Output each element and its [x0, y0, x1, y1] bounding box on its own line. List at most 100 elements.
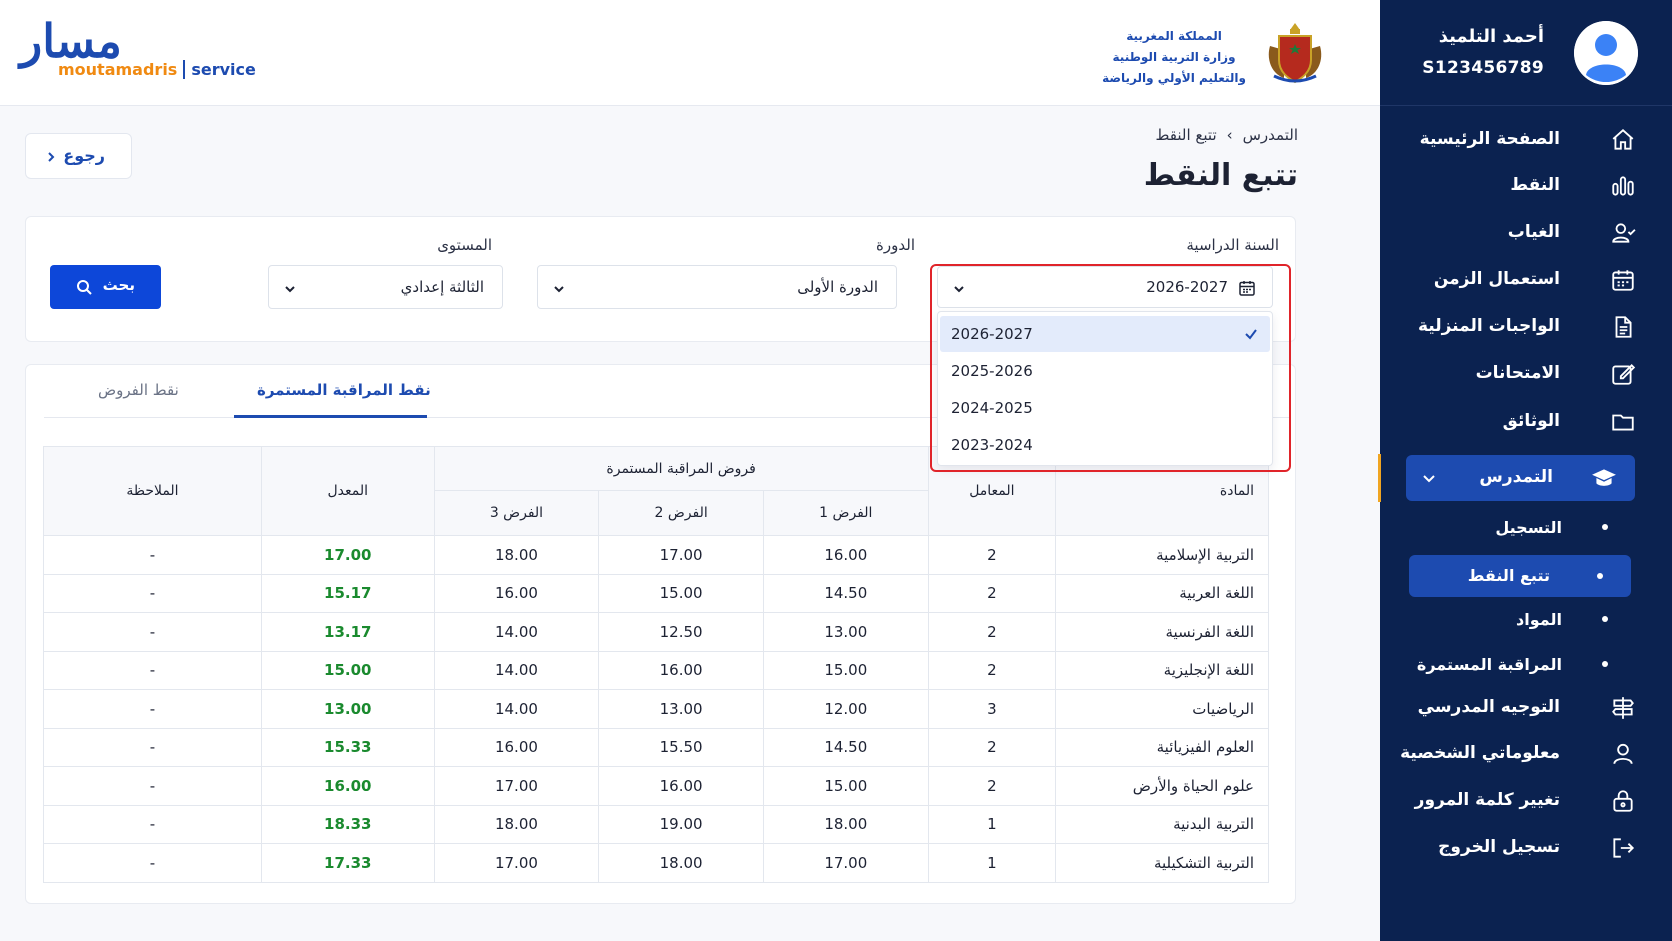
cell-coefficient: 2 [927, 766, 1057, 806]
sidebar: أحمد التلميذ S123456789 الصفحة الرئيسية … [1380, 0, 1672, 941]
sub-item-grade-tracking[interactable]: تتبع النقط [1409, 555, 1631, 597]
nav-item-timetable[interactable]: استعمال الزمن [1380, 257, 1672, 303]
signpost-icon [1610, 695, 1636, 721]
cell-test-2: 16.00 [598, 650, 764, 690]
edit-icon [1610, 361, 1636, 387]
session-select-value: الدورة الأولى [797, 278, 878, 296]
active-group-indicator [1378, 454, 1381, 502]
kingdom-emblem-icon [1262, 20, 1328, 86]
cell-average: 17.00 [260, 535, 435, 575]
cell-coefficient: 2 [927, 650, 1057, 690]
profile-name: أحمد التلميذ [1438, 26, 1544, 47]
logout-icon [1610, 835, 1636, 861]
session-select[interactable]: الدورة الأولى [537, 265, 897, 309]
cell-note: - [43, 535, 262, 575]
top-header: مسار moutamadris service المملكة المغربية… [0, 0, 1380, 106]
home-icon [1610, 127, 1636, 153]
logo-service: service [183, 60, 256, 79]
nav-group-schooling[interactable]: التمدرس [1406, 455, 1635, 501]
cell-average: 17.33 [260, 843, 435, 883]
table-row: اللغة الإنجليزية 2 15.00 16.00 14.00 15.00- [43, 650, 1269, 690]
nav-item-grades[interactable]: النقط [1380, 163, 1672, 209]
cell-test-3: 17.00 [433, 766, 600, 806]
sub-item-registration[interactable]: التسجيل [1380, 508, 1672, 548]
cell-test-2: 18.00 [598, 843, 764, 883]
cell-average: 13.00 [260, 689, 435, 729]
calendar-icon [1610, 267, 1636, 293]
cell-average: 13.17 [260, 612, 435, 652]
cell-test-2: 17.00 [598, 535, 764, 575]
cell-test-3: 16.00 [433, 727, 600, 767]
cell-test-2: 12.50 [598, 612, 764, 652]
nav-item-profile[interactable]: معلوماتي الشخصية [1380, 731, 1672, 777]
sub-item-continuous[interactable]: المراقبة المستمرة [1380, 645, 1672, 685]
cell-note: - [43, 766, 262, 806]
breadcrumb: التمدرس › تتبع النقط [1156, 126, 1298, 144]
cell-subject: التربية الإسلامية [1055, 535, 1269, 575]
level-select-value: الثالثة إعدادي [400, 278, 484, 296]
header-test-1: الفرض 1 [762, 490, 929, 536]
sub-label-continuous: المراقبة المستمرة [1416, 655, 1562, 674]
cell-test-1: 14.50 [762, 727, 929, 767]
cell-test-3: 18.00 [433, 535, 600, 575]
nav-item-homework[interactable]: الواجبات المنزلية [1380, 304, 1672, 350]
chevron-down-icon [552, 281, 566, 295]
cell-test-1: 13.00 [762, 612, 929, 652]
cell-coefficient: 3 [927, 689, 1057, 729]
cell-coefficient: 2 [927, 535, 1057, 575]
nav-item-absence[interactable]: الغياب [1380, 210, 1672, 256]
breadcrumb-parent[interactable]: التمدرس [1243, 126, 1298, 144]
cell-test-1: 16.00 [762, 535, 929, 575]
table-row: اللغة العربية 2 14.50 15.00 16.00 15.17- [43, 573, 1269, 613]
level-select[interactable]: الثالثة إعدادي [268, 265, 503, 309]
nav-item-exams[interactable]: الامتحانات [1380, 351, 1672, 397]
nav-item-home[interactable]: الصفحة الرئيسية [1380, 117, 1672, 163]
sub-item-subjects[interactable]: المواد [1380, 600, 1672, 640]
nav-label-timetable: استعمال الزمن [1433, 269, 1560, 289]
cell-test-1: 17.00 [762, 843, 929, 883]
header-test-2: الفرض 2 [598, 490, 764, 536]
cell-subject: العلوم الفيزيائية [1055, 727, 1269, 767]
cell-subject: التربية البدنية [1055, 804, 1269, 844]
cell-note: - [43, 573, 262, 613]
cell-test-3: 18.00 [433, 804, 600, 844]
breadcrumb-separator-icon: › [1226, 126, 1233, 144]
cell-note: - [43, 804, 262, 844]
user-icon [1610, 741, 1636, 767]
app-logo-latin[interactable]: moutamadris service [58, 60, 256, 79]
search-icon [76, 279, 92, 295]
header-average: المعدل [260, 446, 435, 536]
tab-assignments[interactable]: نقط الفروض [98, 381, 179, 399]
cell-average: 15.00 [260, 650, 435, 690]
breadcrumb-current: تتبع النقط [1155, 126, 1217, 144]
nav-label-exams: الامتحانات [1475, 363, 1560, 383]
nav-label-orientation: التوجيه المدرسي [1417, 697, 1560, 717]
cell-test-2: 16.00 [598, 766, 764, 806]
logo-moutamadris: moutamadris [58, 60, 178, 79]
sub-label-grade-tracking: تتبع النقط [1467, 566, 1550, 585]
cell-test-2: 13.00 [598, 689, 764, 729]
nav-item-logout[interactable]: تسجيل الخروج [1380, 825, 1672, 871]
sub-label-registration: التسجيل [1495, 518, 1562, 537]
cell-test-1: 14.50 [762, 573, 929, 613]
nav-item-orientation[interactable]: التوجيه المدرسي [1380, 685, 1672, 731]
cell-subject: اللغة الإنجليزية [1055, 650, 1269, 690]
nav-item-password[interactable]: تغيير كلمة المرور [1380, 778, 1672, 824]
search-button[interactable]: بحث [50, 265, 161, 309]
nav-label-documents: الوثائق [1502, 411, 1560, 431]
back-button[interactable]: رجوع [25, 133, 132, 179]
cell-test-1: 15.00 [762, 766, 929, 806]
cell-test-2: 19.00 [598, 804, 764, 844]
cell-note: - [43, 650, 262, 690]
tab-continuous-assessment[interactable]: نقط المراقبة المستمرة [257, 381, 431, 399]
app-logo-arabic[interactable]: مسار [20, 18, 122, 64]
lock-icon [1610, 788, 1636, 814]
cell-test-3: 14.00 [433, 689, 600, 729]
cell-note: - [43, 612, 262, 652]
cell-subject: اللغة العربية [1055, 573, 1269, 613]
nav-item-documents[interactable]: الوثائق [1380, 399, 1672, 445]
user-avatar-icon[interactable] [1574, 21, 1638, 85]
cell-test-1: 12.00 [762, 689, 929, 729]
table-row: علوم الحياة والأرض 2 15.00 16.00 17.00 16.00- [43, 766, 1269, 806]
cell-average: 15.33 [260, 727, 435, 767]
